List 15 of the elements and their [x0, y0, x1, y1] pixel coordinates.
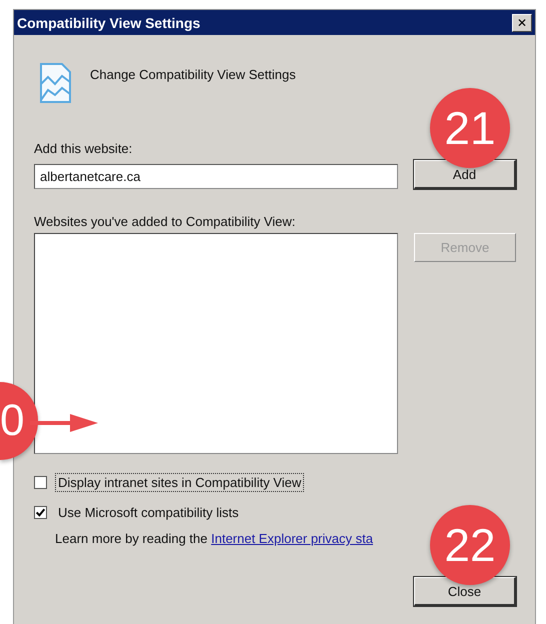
checkbox-label[interactable]: Use Microsoft compatibility lists: [55, 503, 242, 522]
dialog-heading: Change Compatibility View Settings: [90, 67, 296, 82]
checkbox[interactable]: [34, 506, 47, 519]
privacy-link[interactable]: Internet Explorer privacy sta: [211, 531, 373, 546]
field-label: Add this website:: [34, 141, 134, 156]
list-label: Websites you've added to Compatibility View:: [34, 214, 296, 229]
info-text: Learn more by reading the: [55, 531, 208, 546]
dialog-close-button[interactable]: Close: [414, 577, 516, 606]
close-button[interactable]: ✕: [512, 14, 532, 32]
document-picture-icon: [38, 62, 72, 104]
checkbox-label[interactable]: Display intranet sites in Compatibility View: [55, 473, 304, 492]
add-button[interactable]: Add: [414, 160, 516, 189]
website-field[interactable]: albertanetcare.ca: [34, 164, 398, 189]
checkbox[interactable]: [34, 476, 47, 489]
window-title: Compatibility View Settings: [17, 14, 200, 30]
